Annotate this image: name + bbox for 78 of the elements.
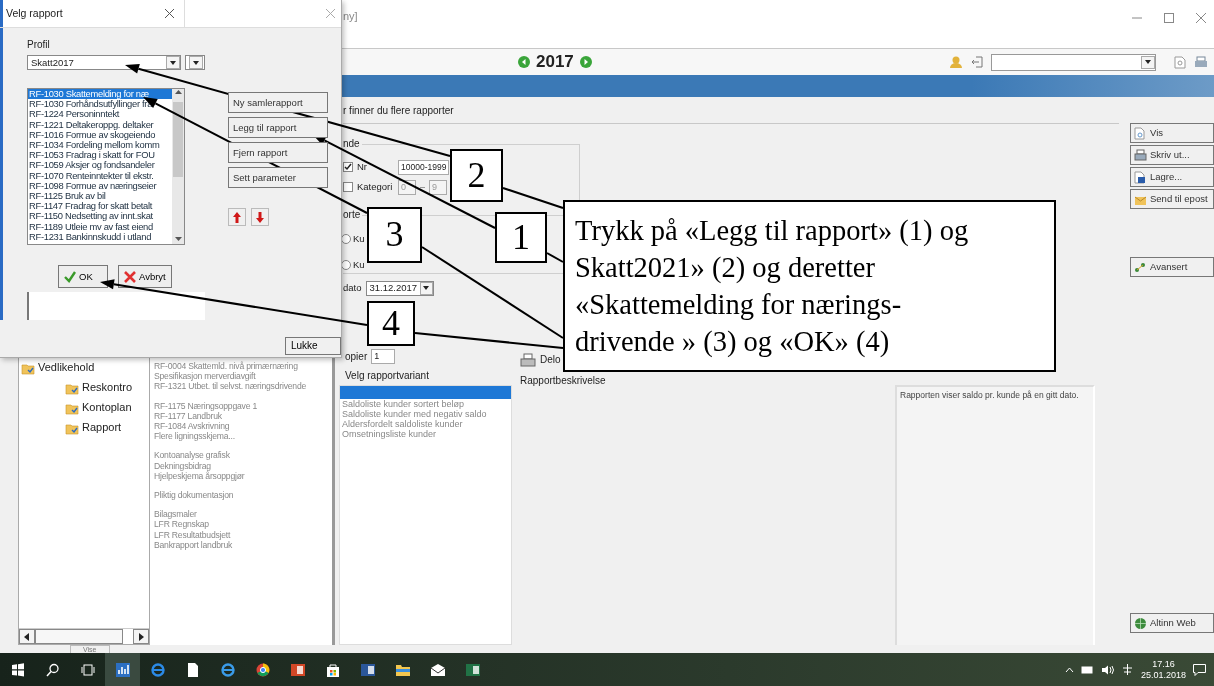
list-item[interactable]: Bankrapport landbruk [154,539,332,551]
date-dropdown[interactable]: 31.12.2017 [365,280,434,296]
list-item[interactable]: Saldoliste kunder sortert beløp [340,399,511,409]
number-label: 4 [367,301,415,346]
option-label: Ku [353,233,365,245]
side-button[interactable]: Lagre... [1130,167,1214,187]
field-label: opier [345,350,368,363]
list-item[interactable]: RF-1125 Bruk av bil [28,191,172,202]
list-item[interactable]: RF-1059 Aksjer og fondsandeler [28,160,172,171]
number-label: 3 [367,207,422,263]
tree-item[interactable]: Kontoplan [82,401,132,415]
list-item[interactable]: RF-1150 Nedsetting av innt.skat [28,211,172,222]
close-button[interactable]: Lukke [285,337,341,355]
tree-item[interactable]: Rapport [82,421,122,435]
input-field[interactable]: 10000-1999 [398,159,450,175]
list-item[interactable]: RF-1098 Formue av næringseier [28,180,172,192]
hint-text: r finner du flere rapporter [343,105,455,117]
tree-item[interactable]: Vedlikehold [38,361,95,375]
section-label: Velg rapportvariant [345,370,430,382]
dialog-button[interactable]: Ny samlerapport [228,92,328,113]
list-item[interactable]: RF-1053 Fradrag i skatt for FOU [28,150,172,161]
list-item[interactable]: Bilagsmaler [154,509,332,520]
list-item[interactable]: Spesifikasjon merverdiavgift [154,371,332,382]
list-item[interactable]: RF-0004 Skattemld. nivå primærnæring [154,361,332,372]
field-label: Delo [540,354,561,366]
clock-date[interactable]: 25.01.2018 [1140,669,1186,681]
profile-dropdown[interactable]: Skatt2017 [27,55,182,70]
list-item[interactable]: RF-1231 Bankinnskudd i utland [28,231,172,243]
side-button[interactable]: Send til epost [1130,189,1214,209]
field-label: dato [343,282,362,294]
list-item[interactable]: RF-1221 Deltakeroppg. deltaker [28,119,172,130]
list-item[interactable]: RF-1084 Avskrivning [154,421,332,432]
number-label: 2 [450,149,503,202]
dialog-button[interactable]: Legg til rapport [228,117,328,138]
list-item[interactable]: Omsetningsliste kunder [340,429,511,439]
dialog-button[interactable]: Fjern rapport [228,142,328,163]
field-label: Kategori [357,181,394,193]
field-label: Nr [357,161,369,173]
list-item[interactable]: RF-1034 Fordeling mellom komm [28,140,172,151]
list-item[interactable]: RF-1177 Landbruk [154,410,332,421]
list-item[interactable]: LFR Regnskap [154,519,332,530]
tree-item[interactable]: Reskontro [82,381,133,395]
list-item[interactable]: Saldoliste kunder med negativ saldo [340,409,511,419]
input-field[interactable]: 1 [371,349,396,364]
list-item[interactable]: Flere ligningsskjema... [154,431,332,442]
list-item[interactable]: RF-1030 Skattemelding for næ [28,89,172,100]
list-item[interactable]: RF-1321 Utbet. til selvst. næringsdrivende [154,381,332,392]
list-item[interactable]: Kontoanalyse grafisk [154,450,332,461]
cancel-button[interactable]: Avbryt [118,265,172,289]
section-label: Rapportbeskrivelse [520,375,607,387]
list-item[interactable]: RF-1070 Renteinntekter til ekstr. [28,170,172,181]
dialog-title: Velg rapport [6,7,63,20]
year-label: 2017 [536,51,574,73]
window-title: ny] [343,10,358,24]
side-button[interactable]: Vis [1130,123,1214,143]
clock-time[interactable]: 17.16 [1140,658,1186,670]
group-title: nde [343,138,362,150]
list-item[interactable]: RF-1224 Personinntekt [28,109,172,120]
field-label: Profil [27,39,51,51]
dialog-button[interactable]: Sett parameter [228,167,328,188]
list-item[interactable]: RF-1189 Utleie mv av fast eiend [28,221,172,232]
list-item[interactable]: Aldersfordelt saldoliste kunder [340,419,511,429]
group-title: orte [343,209,363,221]
altinn-button[interactable]: Altinn Web [1130,613,1214,633]
ok-button[interactable]: OK [58,265,108,289]
callout-text: Trykk på «Legg til rapport» (1) og Skatt2021» (2) og deretter «Skattemelding for nærings- drivende » (3) og «OK» (4) [563,200,1056,372]
number-label: 1 [495,212,547,263]
advanced-button[interactable]: Avansert [1130,257,1214,277]
list-item[interactable]: LFR Resultatbudsjett [154,529,332,540]
list-item[interactable]: Pliktig dokumentasjon [154,490,332,501]
side-button[interactable]: Skriv ut... [1130,145,1214,165]
list-item[interactable]: Hjelpeskjema årsoppgjør [154,470,332,482]
list-item[interactable]: RF-1147 Fradrag for skatt betalt [28,201,172,212]
list-item[interactable]: Dekningsbidrag [154,460,332,471]
list-item[interactable]: RF-1016 Formue av skogeiendo [28,129,172,140]
list-item[interactable]: RF-1175 Næringsoppgave 1 [154,400,332,411]
option-label: Ku [353,259,365,271]
description-text: Rapporten viser saldo pr. kunde på en gitt dato. [895,385,1095,645]
